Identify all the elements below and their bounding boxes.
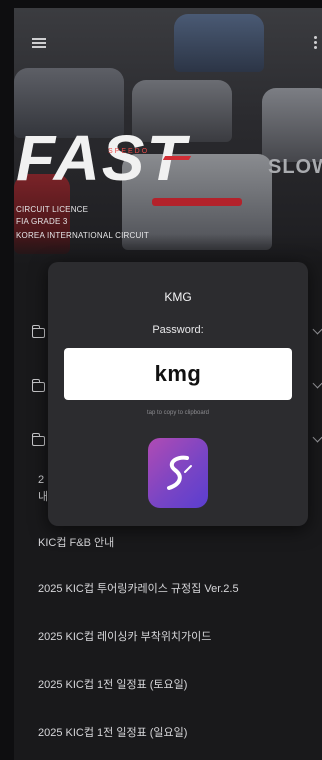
password-dialog: KMG Password: kmg tap to copy to clipboa… (48, 262, 308, 526)
hero-banner: FAST SPEEDO SLOW CIRCUIT LICENCE FIA GRA… (14, 8, 322, 266)
dialog-title: KMG (164, 290, 192, 304)
grade-line: FIA GRADE 3 (16, 217, 68, 226)
folder-icon[interactable] (31, 379, 45, 392)
list-item[interactable]: 내 (38, 488, 48, 504)
app-s-logo-icon[interactable] (148, 438, 208, 508)
fast-logo: FAST (16, 122, 188, 194)
list-item[interactable]: 2025 KIC컵 레이싱카 부착위치가이드 (38, 628, 211, 644)
folder-icon[interactable] (31, 325, 45, 338)
fast-logo-tag: SPEEDO (108, 148, 150, 155)
folder-icon[interactable] (31, 433, 45, 446)
list-item[interactable]: 2025 KIC컵 1전 일정표 (일요일) (38, 724, 187, 740)
car-image (174, 14, 264, 72)
hamburger-icon[interactable] (32, 38, 46, 48)
slow-sign: SLOW (268, 156, 322, 178)
circuit-line: KOREA INTERNATIONAL CIRCUIT (16, 231, 149, 240)
password-label: Password: (152, 324, 204, 336)
more-vertical-icon[interactable] (314, 36, 318, 50)
password-copy-field[interactable]: kmg (64, 348, 292, 400)
licence-line: CIRCUIT LICENCE (16, 205, 89, 214)
copy-hint: tap to copy to clipboard (146, 410, 210, 416)
chevron-down-icon[interactable] (312, 324, 322, 335)
logo-stripe (162, 156, 192, 160)
chevron-down-icon[interactable] (312, 432, 322, 443)
car-image (262, 88, 322, 162)
list-item[interactable]: 2025 KIC컵 1전 일정표 (토요일) (38, 676, 187, 692)
list-item[interactable]: 2 (38, 474, 44, 486)
list-item[interactable]: KIC컵 F&B 안내 (38, 534, 114, 550)
password-value: kmg (154, 361, 202, 386)
chevron-down-icon[interactable] (312, 378, 322, 389)
list-item[interactable]: 2025 KIC컵 투어링카레이스 규정집 Ver.2.5 (38, 580, 239, 596)
